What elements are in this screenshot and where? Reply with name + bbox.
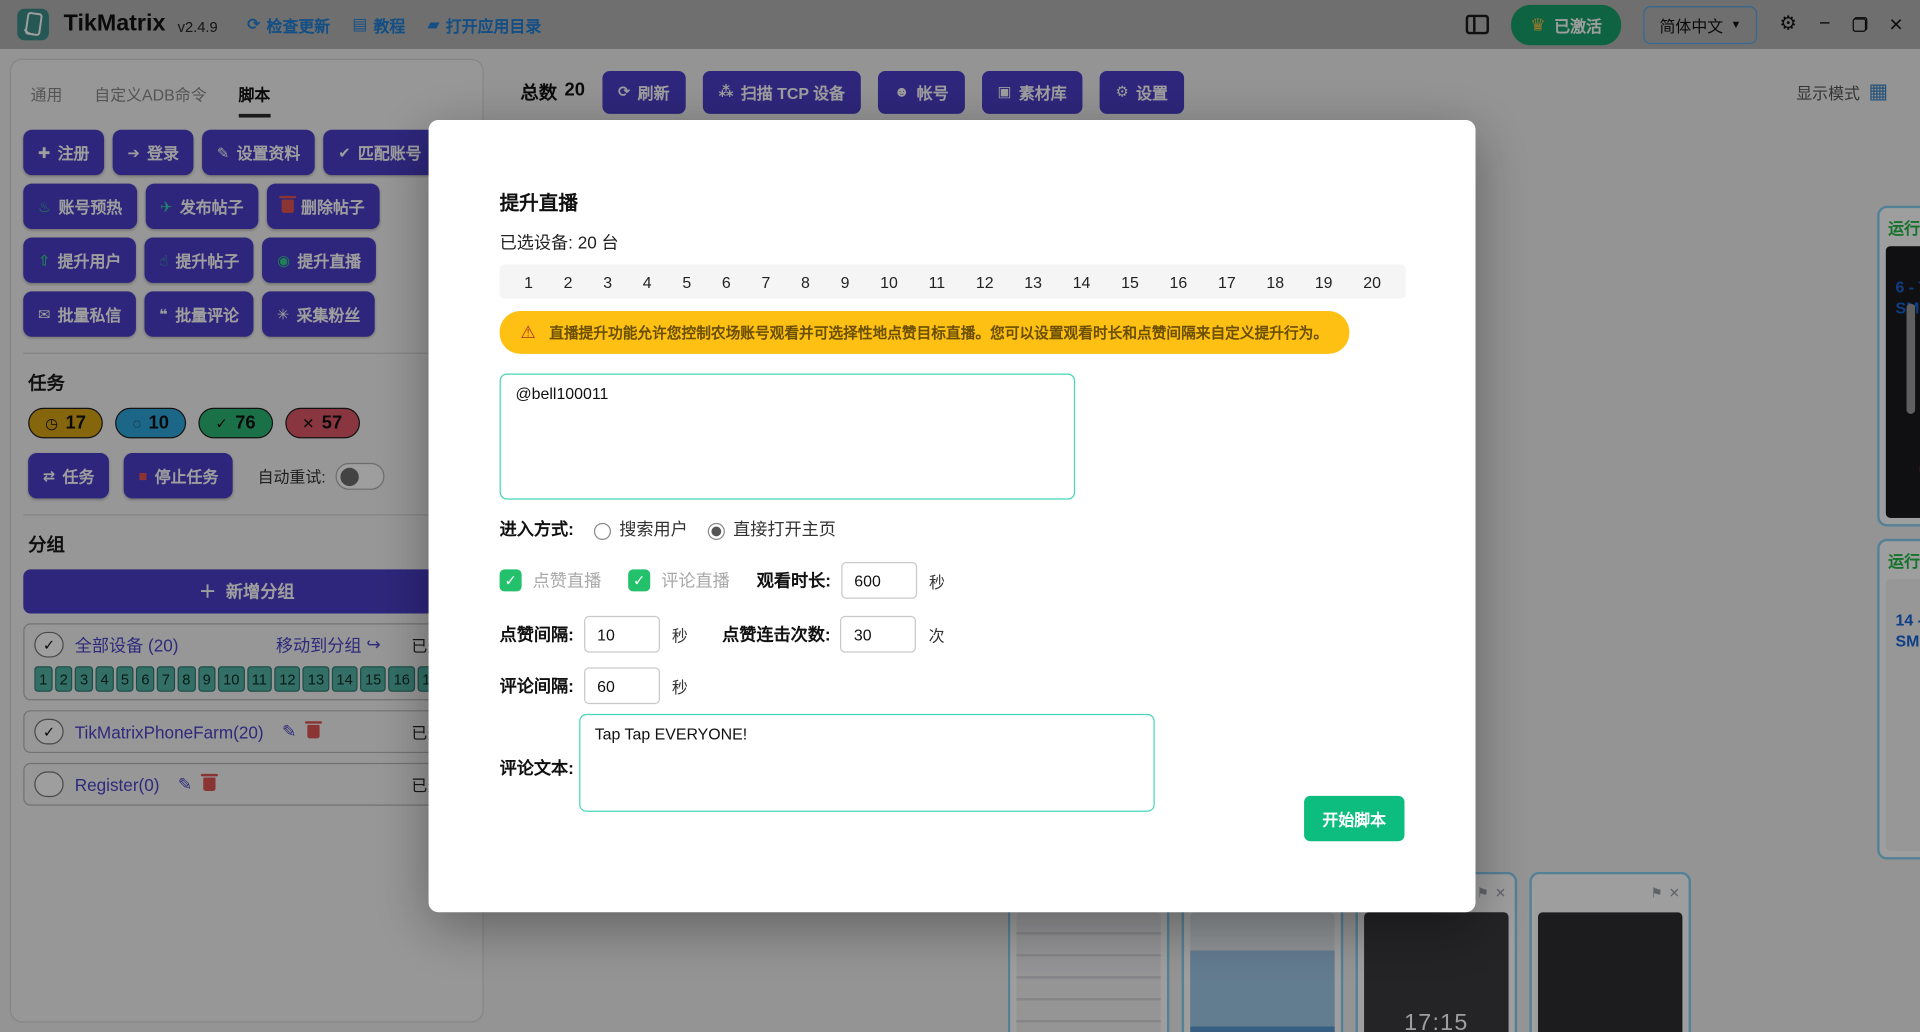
comment-interval-label: 评论间隔:: [500, 673, 574, 697]
watch-duration-input[interactable]: [841, 562, 917, 599]
modal-title: 提升直播: [500, 186, 1405, 215]
comment-interval-unit: 秒: [672, 674, 688, 697]
warning-text: 直播提升功能允许您控制农场账号观看并可选择性地点赞目标直播。您可以设置观看时长和…: [549, 322, 1328, 343]
entry-method-label: 进入方式:: [500, 517, 574, 541]
device-number[interactable]: 12: [976, 272, 994, 290]
comment-live-label: 评论直播: [661, 568, 730, 592]
selected-device-numbers: 1234567891011121314151617181920: [500, 264, 1406, 298]
device-number[interactable]: 16: [1170, 272, 1188, 290]
device-number[interactable]: 6: [722, 272, 731, 290]
radio-button[interactable]: [707, 523, 724, 540]
device-number[interactable]: 9: [841, 272, 850, 290]
selected-devices-label: 已选设备: 20 台: [500, 230, 1405, 254]
device-number[interactable]: 4: [643, 272, 652, 290]
device-number[interactable]: 1: [524, 272, 533, 290]
device-number[interactable]: 13: [1024, 272, 1042, 290]
entry-method-options: 搜索用户 直接打开主页: [574, 517, 836, 541]
like-interval-input[interactable]: [584, 616, 660, 653]
device-number[interactable]: 10: [880, 272, 898, 290]
app-window: TikMatrix v2.4.9 ⟳ 检查更新 ▤ 教程 ▰ 打开应用目录: [0, 0, 1920, 1032]
comment-interval-row: 评论间隔: 秒: [500, 667, 1405, 704]
watch-duration-label: 观看时长:: [757, 568, 831, 592]
radio-button[interactable]: [593, 523, 610, 540]
entry-option: 搜索用户: [574, 517, 688, 541]
like-combo-unit: 次: [929, 623, 945, 646]
comment-text-textarea[interactable]: Tap Tap EVERYONE!: [579, 714, 1155, 812]
comment-live-checkbox[interactable]: ✓: [628, 569, 650, 591]
warning-banner: ⚠ 直播提升功能允许您控制农场账号观看并可选择性地点赞目标直播。您可以设置观看时…: [500, 311, 1349, 354]
device-number[interactable]: 7: [761, 272, 770, 290]
device-number[interactable]: 3: [603, 272, 612, 290]
device-number[interactable]: 14: [1073, 272, 1091, 290]
like-combo-label: 点赞连击次数:: [722, 622, 831, 646]
app-stage: TikMatrix v2.4.9 ⟳ 检查更新 ▤ 教程 ▰ 打开应用目录: [0, 0, 1920, 1032]
like-combo-input[interactable]: [840, 616, 916, 653]
like-interval-label: 点赞间隔:: [500, 622, 574, 646]
like-live-label: 点赞直播: [533, 568, 602, 592]
like-interval-unit: 秒: [672, 623, 688, 646]
entry-option: 直接打开主页: [688, 517, 836, 541]
comment-interval-input[interactable]: [584, 667, 660, 704]
device-number[interactable]: 2: [564, 272, 573, 290]
radio-label: 搜索用户: [619, 517, 688, 541]
comment-text-label: 评论文本:: [500, 756, 574, 780]
boost-live-modal: 提升直播 已选设备: 20 台 123456789101112131415161…: [429, 120, 1476, 912]
warning-triangle-icon: ⚠: [520, 322, 535, 343]
like-live-checkbox[interactable]: ✓: [500, 569, 522, 591]
like-interval-row: 点赞间隔: 秒 点赞连击次数: 次: [500, 616, 1405, 653]
device-number[interactable]: 15: [1121, 272, 1139, 290]
device-number[interactable]: 11: [929, 272, 946, 290]
target-user-textarea[interactable]: @bell100011: [500, 373, 1076, 499]
watch-duration-unit: 秒: [929, 569, 945, 592]
entry-method-row: 进入方式: 搜索用户 直接打开主页: [500, 517, 1405, 541]
start-script-button[interactable]: 开始脚本: [1304, 796, 1404, 841]
live-options-row: ✓ 点赞直播 ✓ 评论直播 观看时长: 秒: [500, 562, 1405, 599]
device-number[interactable]: 8: [801, 272, 810, 290]
radio-label: 直接打开主页: [733, 517, 836, 541]
comment-text-block: 评论文本: Tap Tap EVERYONE!: [500, 714, 1405, 812]
device-number[interactable]: 18: [1266, 272, 1284, 290]
device-number[interactable]: 20: [1363, 272, 1381, 290]
device-number[interactable]: 5: [682, 272, 691, 290]
device-number[interactable]: 19: [1315, 272, 1333, 290]
device-number[interactable]: 17: [1218, 272, 1236, 290]
